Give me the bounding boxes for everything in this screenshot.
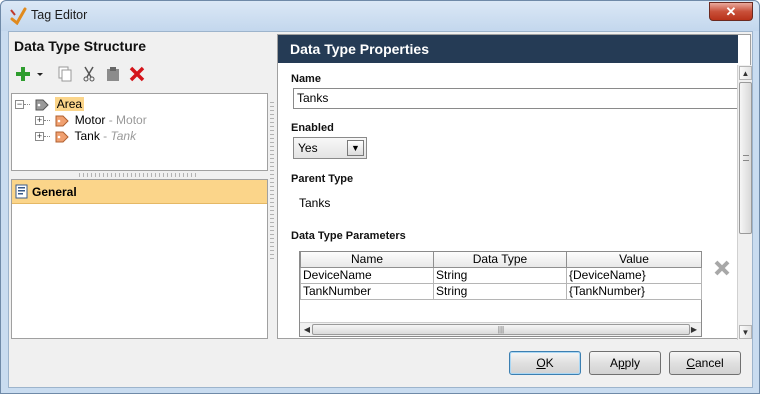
name-field[interactable]: Tanks [293,88,740,109]
enabled-label: Enabled [291,122,334,134]
column-header-data-type[interactable]: Data Type [433,252,567,268]
column-header-name[interactable]: Name [300,252,434,268]
window-title: Tag Editor [31,8,88,22]
cut-icon [83,66,95,82]
scroll-thumb[interactable]: ||| [312,324,690,335]
sections-list: General [11,179,268,339]
apply-label-rest: ply [624,356,641,370]
add-button[interactable] [13,64,33,84]
scroll-down-icon[interactable]: ▼ [739,325,752,339]
delete-icon [129,66,145,82]
dialog-body: Data Type Structure − Area + Motor - Mot… [8,31,753,388]
tree-node-tank[interactable]: + Tank - Tank [35,128,136,144]
name-label: Name [291,73,321,85]
tree-node-separator: - [105,113,117,127]
cancel-button[interactable]: Cancel [669,351,741,375]
paste-button[interactable] [103,64,123,84]
data-type-structure-title: Data Type Structure [14,38,146,54]
tree-node-area[interactable]: − Area [15,96,85,112]
table-row[interactable]: DeviceName String {DeviceName} [300,266,702,284]
tree-node-label: Motor [74,113,106,127]
expand-toggle[interactable]: + [35,132,44,142]
add-dropdown-button[interactable] [35,64,45,84]
enabled-select-value: Yes [298,141,318,155]
properties-panel: Data Type Properties Name Tanks Enabled … [277,34,751,339]
section-general-label: General [32,185,77,199]
ok-mnemonic: O [536,356,546,370]
collapse-toggle[interactable]: − [15,100,24,110]
ok-label-rest: K [545,356,554,370]
tree-node-type: Motor [116,113,147,127]
scroll-up-icon[interactable]: ▲ [739,66,752,80]
apply-button[interactable]: Apply [589,351,661,375]
horizontal-splitter[interactable] [79,173,199,177]
delete-button[interactable] [127,64,147,84]
expand-toggle[interactable]: + [35,116,44,126]
tree-node-label: Tank [74,129,100,143]
parameters-table: Name Data Type Value DeviceName String {… [299,251,702,337]
enabled-select[interactable]: Yes ▼ [293,137,367,159]
parameters-label: Data Type Parameters [291,230,406,242]
add-icon [16,67,30,81]
dropdown-arrow-icon [37,73,43,76]
cut-button[interactable] [79,64,99,84]
scroll-right-icon[interactable]: ▶ [688,324,700,336]
tree-node-label: Area [54,97,85,111]
scroll-thumb[interactable] [739,82,752,234]
tag-editor-window: Tag Editor ✕ Data Type Structure − Area … [0,0,760,394]
tree-node-type: Tank [110,129,137,143]
cancel-label-rest: ancel [694,356,724,370]
copy-button[interactable] [55,64,75,84]
tree-node-motor[interactable]: + Motor - Motor [35,112,147,128]
remove-parameter-icon [714,260,730,276]
apply-mnemonic: p [617,356,625,370]
table-cell[interactable]: String [433,266,567,284]
apply-label-pre: A [609,356,618,370]
cancel-mnemonic: C [686,356,695,370]
tree-node-separator: - [99,129,111,143]
properties-header: Data Type Properties [278,35,738,63]
column-header-value[interactable]: Value [566,252,702,268]
table-row[interactable]: TankNumber String {TankNumber} [300,282,702,300]
table-header-row: Name Data Type Value [300,252,702,268]
properties-vertical-scrollbar[interactable]: ▲ ▼ [737,65,752,340]
copy-icon [58,66,72,82]
parent-type-value: Tanks [299,196,331,210]
structure-tree: − Area + Motor - Motor + Tank - Tank [11,93,268,171]
tag-icon [35,99,50,111]
general-section-icon [15,184,28,199]
section-general[interactable]: General [12,180,267,204]
title-bar[interactable]: Tag Editor ✕ [1,1,759,31]
table-cell[interactable]: {TankNumber} [566,282,702,300]
tag-editor-icon [10,7,27,25]
remove-parameter-button[interactable] [712,258,732,278]
table-horizontal-scrollbar[interactable]: ◀ ||| ▶ [300,322,701,336]
table-cell[interactable]: DeviceName [300,266,434,284]
dropdown-arrow-icon[interactable]: ▼ [347,140,364,156]
properties-title: Data Type Properties [290,41,430,57]
vertical-splitter[interactable] [270,102,274,262]
ok-button[interactable]: OK [509,351,581,375]
tag-icon [55,115,70,127]
close-button[interactable]: ✕ [709,2,753,21]
structure-toolbar [13,64,173,86]
paste-icon [107,67,119,81]
tag-icon [55,131,70,143]
table-cell[interactable]: String [433,282,567,300]
parent-type-label: Parent Type [291,173,354,185]
table-cell[interactable]: TankNumber [300,282,434,300]
table-cell[interactable]: {DeviceName} [566,266,702,284]
